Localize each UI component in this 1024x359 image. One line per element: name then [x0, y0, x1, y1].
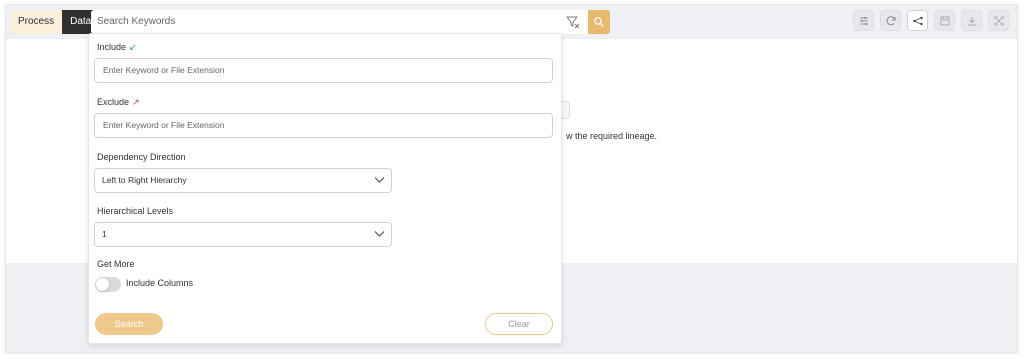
- direction-label: Dependency Direction: [97, 152, 186, 162]
- search-input[interactable]: Search Keywords: [91, 10, 588, 34]
- save-icon: [940, 16, 950, 26]
- levels-select[interactable]: 1: [94, 222, 392, 247]
- refresh-button[interactable]: [880, 10, 901, 31]
- fullscreen-button[interactable]: [988, 10, 1009, 31]
- mode-process-button[interactable]: Process: [10, 10, 63, 34]
- levels-label: Hierarchical Levels: [97, 206, 174, 216]
- chevron-down-icon: [374, 231, 385, 237]
- get-more-label: Get More: [97, 259, 135, 269]
- mode-toggle: Process Data: [10, 10, 100, 34]
- include-placeholder: Enter Keyword or File Extension: [103, 65, 225, 75]
- save-button[interactable]: [934, 10, 955, 31]
- levels-value: 1: [102, 229, 107, 239]
- exclude-label-text: Exclude: [97, 97, 130, 107]
- filter-icon[interactable]: [565, 15, 580, 29]
- exclude-input[interactable]: Enter Keyword or File Extension: [94, 113, 553, 138]
- collapsed-handle[interactable]: [562, 101, 570, 119]
- download-icon: [968, 17, 976, 26]
- exclude-label: Exclude ↗: [97, 97, 140, 108]
- lineage-button[interactable]: [907, 10, 928, 31]
- exclude-placeholder: Enter Keyword or File Extension: [103, 120, 225, 130]
- lineage-icon: [913, 16, 923, 26]
- download-button[interactable]: [961, 10, 982, 31]
- filter-panel: Include ↙ Enter Keyword or File Extension…: [88, 33, 562, 344]
- include-columns-toggle[interactable]: [95, 277, 121, 292]
- include-columns-label: Include Columns: [126, 278, 194, 288]
- include-label-text: Include: [97, 42, 127, 52]
- panel-clear-button[interactable]: Clear: [485, 313, 553, 335]
- panel-search-button[interactable]: Search: [95, 313, 163, 335]
- settings-icon: [860, 16, 868, 26]
- search-icon: [594, 17, 604, 27]
- canvas-tools: [853, 10, 1009, 31]
- chevron-down-icon: [374, 177, 385, 183]
- arrow-up-right-icon: ↗: [132, 97, 140, 107]
- empty-state-message: w the required lineage.: [566, 131, 658, 141]
- direction-select[interactable]: Left to Right Hierarchy: [94, 168, 392, 193]
- search-placeholder: Search Keywords: [97, 16, 176, 27]
- toggle-knob: [96, 278, 109, 291]
- refresh-icon: [886, 16, 896, 26]
- fullscreen-icon: [994, 16, 1004, 26]
- include-input[interactable]: Enter Keyword or File Extension: [94, 58, 553, 83]
- search-button[interactable]: [588, 10, 610, 34]
- direction-value: Left to Right Hierarchy: [102, 175, 187, 185]
- settings-button[interactable]: [853, 10, 874, 31]
- arrow-down-left-icon: ↙: [129, 42, 137, 52]
- include-label: Include ↙: [97, 42, 137, 53]
